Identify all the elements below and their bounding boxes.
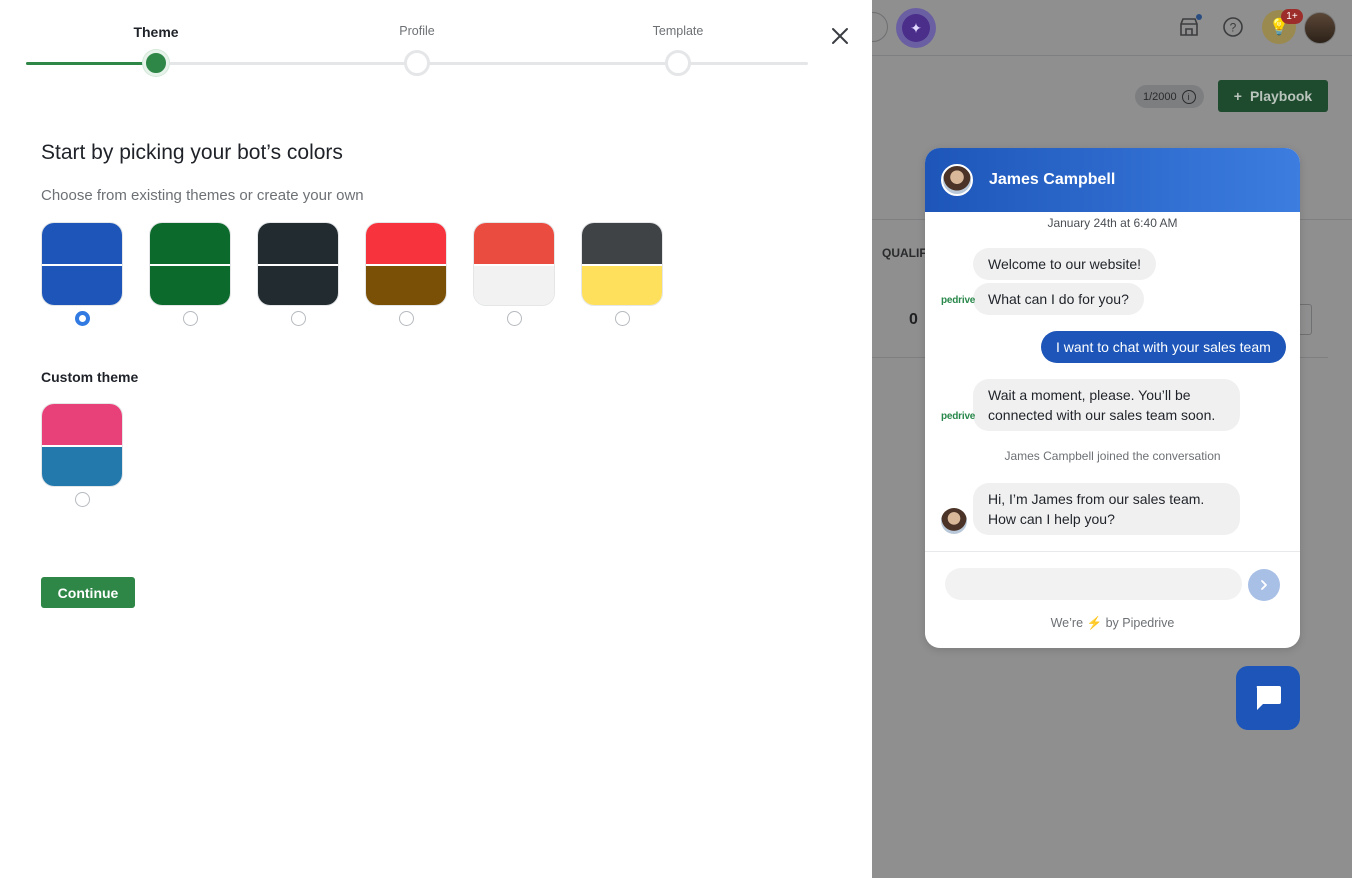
user-avatar <box>1304 12 1336 44</box>
column-header: QUALIF <box>882 246 927 260</box>
step-label: Template <box>652 24 704 38</box>
bot-logo: pedrive <box>941 295 976 306</box>
theme-swatch[interactable] <box>149 222 231 306</box>
theme-swatch[interactable] <box>257 222 339 306</box>
theme-radio[interactable] <box>398 311 414 326</box>
divider <box>925 551 1300 552</box>
plus-icon: + <box>1233 88 1242 104</box>
stepper-progress <box>26 62 156 65</box>
bot-logo: pedrive <box>941 411 976 422</box>
continue-button[interactable]: Continue <box>41 577 135 608</box>
theme-option <box>473 222 555 326</box>
info-icon: i <box>1181 89 1196 104</box>
playbook-counter: 1/2000 i <box>1135 85 1204 108</box>
setup-panel: Theme Profile Template Start by picking … <box>0 0 872 878</box>
bolt-icon: ⚡ <box>1086 616 1103 630</box>
custom-theme-radio[interactable] <box>74 492 90 507</box>
chat-launcher-button[interactable] <box>1236 666 1300 730</box>
playbook-label: Playbook <box>1249 88 1313 104</box>
chat-message-user: I want to chat with your sales team <box>1041 331 1286 363</box>
back-button <box>872 12 888 42</box>
custom-theme-swatch[interactable] <box>41 403 123 487</box>
agent-avatar <box>941 164 973 196</box>
theme-option <box>41 222 123 326</box>
theme-radio[interactable] <box>614 311 630 326</box>
step-profile[interactable]: Profile <box>357 24 477 76</box>
chat-date: January 24th at 6:40 AM <box>1047 216 1178 230</box>
theme-swatch[interactable] <box>365 222 447 306</box>
chat-message: What can I do for you? <box>973 283 1144 315</box>
notification-badge: 1+ <box>1281 9 1303 24</box>
step-label: Profile <box>399 24 435 38</box>
help-icon: ? <box>1220 14 1246 40</box>
step-label: Theme <box>133 24 179 40</box>
add-playbook-button: + Playbook <box>1218 80 1328 112</box>
powered-suffix: by Pipedrive <box>1105 616 1175 630</box>
theme-radio[interactable] <box>290 311 306 326</box>
custom-theme-option <box>41 403 123 507</box>
theme-option <box>257 222 339 326</box>
ai-assistant-button: ✦ <box>896 8 936 48</box>
powered-by: We’re ⚡ by Pipedrive <box>925 616 1300 631</box>
step-node <box>665 50 691 76</box>
step-node <box>143 50 169 76</box>
sparkle-icon: ✦ <box>902 14 930 42</box>
theme-option <box>149 222 231 326</box>
powered-prefix: We’re <box>1050 616 1084 630</box>
send-button[interactable] <box>1248 569 1280 601</box>
column-value: 0 <box>909 311 918 328</box>
chat-header: James Campbell <box>925 148 1300 212</box>
step-template[interactable]: Template <box>618 24 738 76</box>
svg-text:?: ? <box>1230 21 1237 35</box>
custom-theme-title: Custom theme <box>41 369 139 385</box>
theme-swatches <box>41 222 663 326</box>
page-subtitle: Choose from existing themes or create yo… <box>41 187 364 204</box>
chevron-right-icon <box>1261 580 1267 590</box>
step-theme[interactable]: Theme <box>96 24 216 76</box>
theme-radio[interactable] <box>74 311 90 326</box>
chat-message: Wait a moment, please. You’ll be connect… <box>973 379 1240 431</box>
chat-input[interactable] <box>945 568 1242 600</box>
chat-preview: James Campbell January 24th at 6:40 AM W… <box>925 148 1300 648</box>
theme-swatch[interactable] <box>581 222 663 306</box>
system-message: James Campbell joined the conversation <box>1004 449 1221 463</box>
agent-name: James Campbell <box>989 171 1116 188</box>
background-topbar: ✦ ? 💡 1+ <box>872 0 1352 56</box>
stepper: Theme Profile Template <box>26 0 808 90</box>
close-icon <box>832 28 848 44</box>
step-node <box>404 50 430 76</box>
theme-radio[interactable] <box>182 311 198 326</box>
page-title: Start by picking your bot’s colors <box>41 141 343 164</box>
chat-message: Welcome to our website! <box>973 248 1157 280</box>
marketplace-dot <box>1196 14 1202 20</box>
theme-option <box>365 222 447 326</box>
close-button[interactable] <box>826 22 854 50</box>
agent-avatar <box>941 508 967 534</box>
counter-text: 1/2000 <box>1143 90 1177 103</box>
theme-option <box>581 222 663 326</box>
chat-bubble-icon <box>1256 686 1281 710</box>
theme-radio[interactable] <box>506 311 522 326</box>
theme-swatch[interactable] <box>41 222 123 306</box>
theme-swatch[interactable] <box>473 222 555 306</box>
chat-message: Hi, I’m James from our sales team. How c… <box>973 483 1240 535</box>
